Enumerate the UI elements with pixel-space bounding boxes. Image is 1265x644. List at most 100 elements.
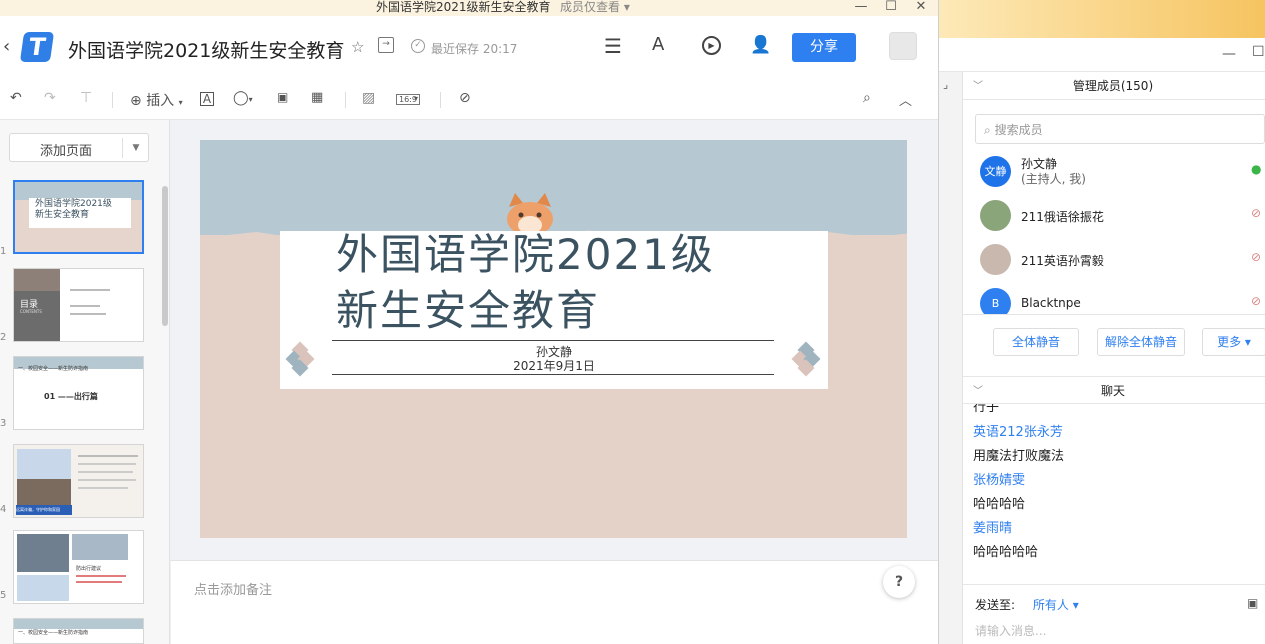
unmute-all-button[interactable]: 解除全体静音 [1097,328,1185,356]
search-icon: ⌕ [984,123,991,137]
avatar: 文静 [980,156,1011,187]
format-painter-icon[interactable]: ⊤ [80,90,92,106]
collapse-toolbar-icon[interactable]: ︿ [899,90,912,109]
send-to-value[interactable]: 所有人 ▾ [1033,598,1079,612]
back-icon[interactable]: ‹ [3,36,10,57]
title-box[interactable]: 外国语学院2021级 新生安全教育 孙文静 2021年9月1日 [280,230,828,389]
background-icon[interactable]: ▨ [362,90,375,106]
insert-button[interactable]: ⊕ 插入 ▾ [130,90,183,110]
presenter-name: 孙文静 [535,345,572,359]
chat-sender: 姜雨晴 [973,521,1013,536]
play-icon[interactable]: ▶ [702,36,721,55]
member-name: 211英语孙霄毅 [1021,254,1104,268]
help-button[interactable]: ? [883,566,915,598]
member-row[interactable]: 211英语孙霄毅 ⊘ [963,238,1265,282]
thumb-title-line2: 新生安全教育 [35,210,90,220]
slide-thumbnail-2[interactable]: 目录 CONTENTS [13,268,144,342]
thumb-caption: 远离诈骗，守护你和家园 [16,505,72,515]
share-button[interactable]: 分享 [792,33,856,62]
slide[interactable]: 外国语学院2021级 新生安全教育 孙文静 2021年9月1日 [200,140,907,538]
redo-icon[interactable]: ↷ [44,90,56,106]
send-to-label: 发送至: [975,598,1016,612]
search-placeholder: 搜索成员 [994,123,1043,137]
text-style-icon[interactable]: A [652,34,664,55]
chat-message: 行子 [973,404,1000,415]
presentation-date: 2021年9月1日 [513,359,595,373]
slide-thumbnail-3[interactable]: 一、校园安全——新生防诈指南 01 ——出行篇 [13,356,144,430]
notes-placeholder[interactable]: 点击添加备注 [194,579,272,598]
slide-thumbnail-4[interactable]: 远离诈骗，守护你和家园 [13,444,144,518]
member-row[interactable]: 文静 孙文静 (主持人, 我) ● [963,150,1265,194]
maximize-button[interactable]: ☐ [881,0,901,16]
app-logo-icon: T [19,32,55,62]
move-to-folder-icon[interactable]: → [378,37,394,53]
expand-icon[interactable]: ⌟ [943,78,948,91]
member-row[interactable]: 211俄语徐振花 ⊘ [963,194,1265,238]
star-icon[interactable]: ☆ [351,38,364,56]
chevron-down-icon[interactable]: ▾ [414,94,418,103]
mic-on-icon[interactable]: ● [1251,162,1261,176]
image-icon[interactable]: ▣ [1247,596,1258,610]
avatar: B [980,288,1011,314]
mic-muted-icon[interactable]: ⊘ [1251,206,1261,220]
undo-icon[interactable]: ↶ [10,90,22,106]
slide-title-line1: 外国语学院2021级 [336,230,715,279]
document-title[interactable]: 外国语学院2021级新生安全教育 [68,36,344,63]
thumbnail-scrollbar[interactable] [162,186,168,326]
slide-number: 3 [0,418,7,429]
image-icon[interactable]: ▣ [277,90,288,104]
slide-thumbnail-panel: 添加页面 ▼ 外国语学院2021级 新生安全教育 1 目录 CONTENTS 2… [0,120,170,644]
chat-message: 哈哈哈哈 [973,497,1026,512]
textbox-icon[interactable]: A [200,92,214,106]
mute-all-button[interactable]: 全体静音 [993,328,1079,356]
edit-toolbar: ↶ ↷ ⊤ ⊕ 插入 ▾ A ◯▾ ▣ ▦ ▨ 16:9 ▾ ⊘ ⌕ ︿ [0,80,938,120]
thumb-text: 防出行建议 [76,566,102,572]
chat-messages[interactable]: 行子 英语212张永芳 用魔法打败魔法 张杨婧雯 哈哈哈哈 姜雨晴 哈哈哈哈哈 [963,404,1265,580]
desktop-background [939,0,1265,38]
more-button[interactable]: 更多 ▾ [1202,328,1265,356]
notes-pane[interactable]: 点击添加备注 ? [171,560,938,644]
window-title: 外国语学院2021级新生安全教育 [376,0,551,14]
minimize-button[interactable]: — [851,0,871,16]
maximize-button[interactable]: ☐ [1252,44,1265,60]
mic-muted-icon[interactable]: ⊘ [1251,294,1261,308]
table-icon[interactable]: ▦ [311,90,323,105]
meeting-window-bar: — ☐ [939,38,1265,72]
divider [963,584,1265,585]
chat-input[interactable]: 请输入消息... [975,622,1046,639]
slide-number: 2 [0,332,7,343]
chat-header[interactable]: ﹀ 聊天 [963,376,1265,404]
thumb-header: 一、校园安全——新生防诈指南 [18,630,89,636]
chat-sender: 张杨婧雯 [973,473,1026,488]
user-avatar[interactable] [889,32,917,60]
member-role: (主持人, 我) [1021,172,1086,186]
slide-thumbnail-1[interactable]: 外国语学院2021级 新生安全教育 [13,180,144,254]
member-row[interactable]: B Blacktnpe ⊘ [963,282,1265,314]
send-to-selector[interactable]: 发送至: 所有人 ▾ [975,596,1079,613]
members-icon[interactable]: 👤 [750,35,771,55]
members-header[interactable]: ﹀ 管理成员(150) [963,72,1265,100]
insert-label: 插入 [146,93,175,109]
permission-dropdown[interactable]: 成员仅查看 ▾ [560,0,630,15]
add-page-button[interactable]: 添加页面 ▼ [9,133,149,162]
saved-check-icon: ✓ [411,39,425,53]
menu-icon[interactable]: ☰ [604,34,622,58]
minimize-button[interactable]: — [1222,46,1236,62]
search-icon[interactable]: ⌕ [863,90,871,106]
chevron-down-icon[interactable]: ▼ [122,138,149,158]
mic-muted-icon[interactable]: ⊘ [1251,250,1261,264]
chat-title: 聊天 [1100,384,1125,398]
add-page-label: 添加页面 [39,144,92,159]
slide-title[interactable]: 外国语学院2021级 新生安全教育 [336,227,796,339]
slide-thumbnail-5[interactable]: 防出行建议 [13,530,144,604]
member-search-input[interactable]: ⌕ 搜索成员 [975,114,1265,144]
window-titlebar: 外国语学院2021级新生安全教育 成员仅查看 ▾ — ☐ ✕ [0,0,938,16]
close-button[interactable]: ✕ [911,0,931,16]
slide-thumbnail-6[interactable]: 一、校园安全——新生防诈指南 [13,618,144,644]
save-status: 最近保存 20:17 [431,42,518,56]
clear-format-icon[interactable]: ⊘ [459,90,471,106]
presenter-info[interactable]: 孙文静 2021年9月1日 [280,345,828,373]
member-name: 211俄语徐振花 [1021,210,1104,224]
shape-icon[interactable]: ◯▾ [233,90,253,106]
toolbar-divider [112,92,113,108]
